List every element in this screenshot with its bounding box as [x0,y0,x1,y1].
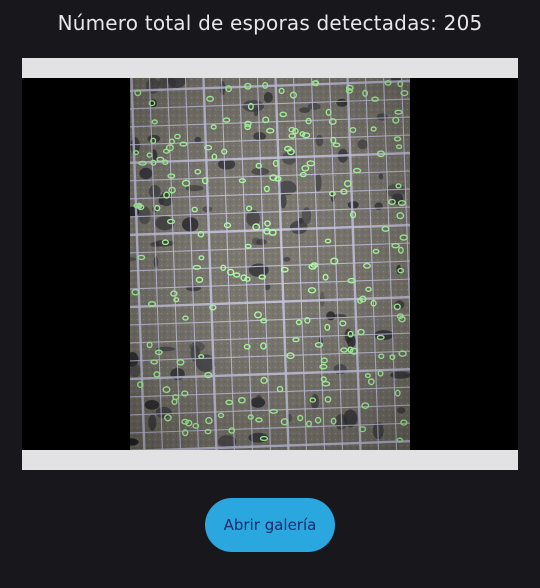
spore-detection-image [130,78,410,450]
spore-count-title: Número total de esporas detectadas: 205 [57,11,483,35]
open-gallery-button[interactable]: Abrir galería [205,498,335,552]
result-image-frame [22,58,518,470]
app-screen: Número total de esporas detectadas: 205 [0,0,540,588]
result-image-letterbox [22,78,518,450]
